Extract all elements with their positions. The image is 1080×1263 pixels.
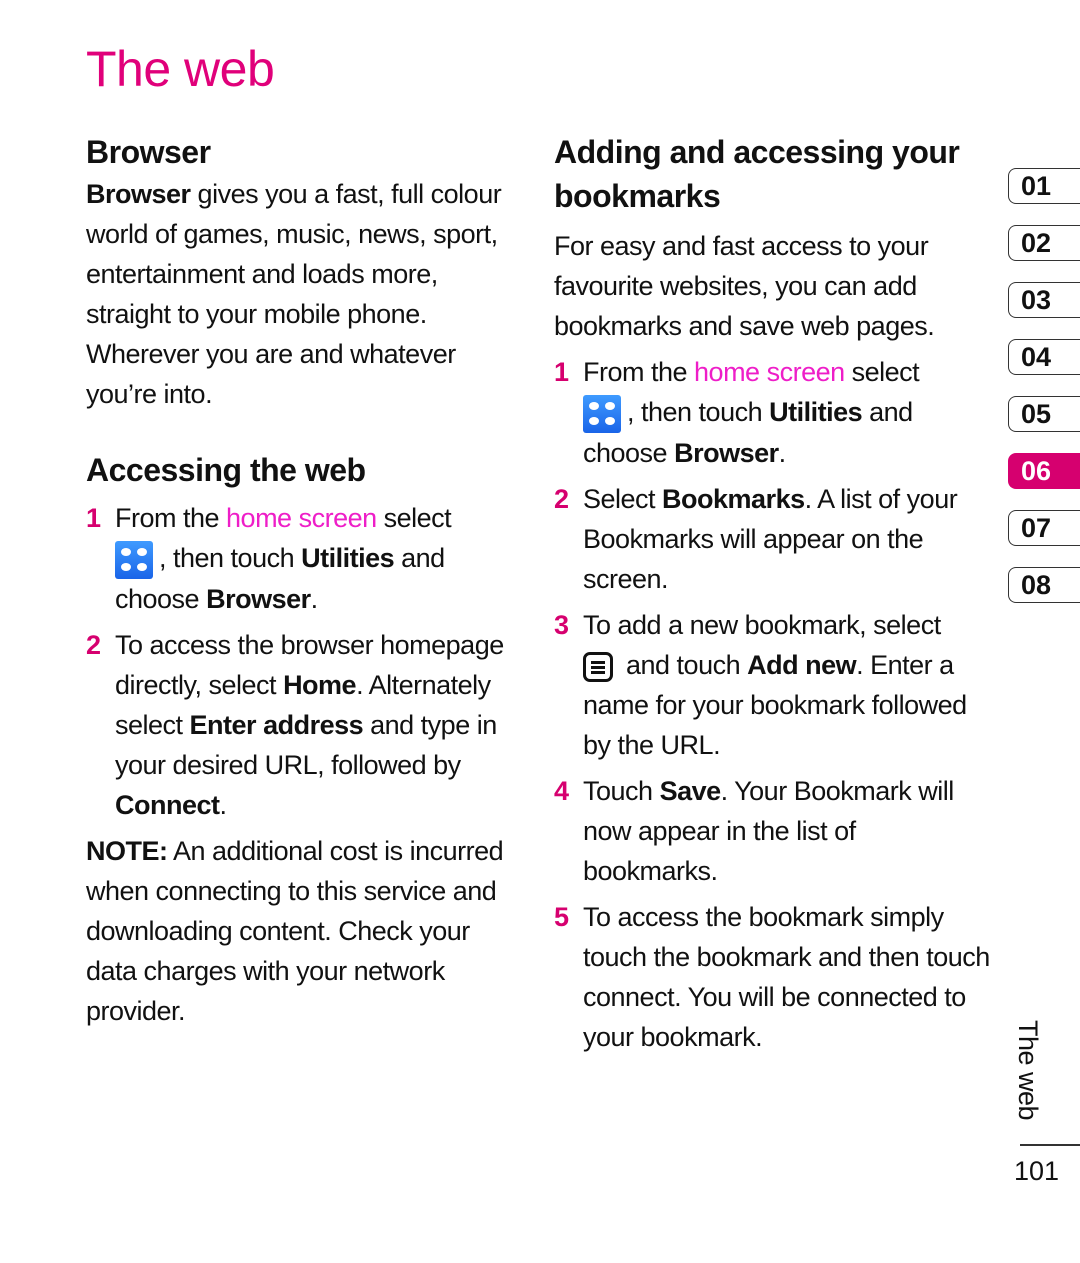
section-side-label: The web xyxy=(1013,1020,1043,1121)
list-item: 2 Select Bookmarks. A list of your Bookm… xyxy=(554,479,994,599)
utilities-grid-icon xyxy=(583,394,621,433)
home-screen-link[interactable]: home screen xyxy=(226,503,377,533)
save-label: Save xyxy=(659,775,722,806)
browser-intro: Browser gives you a fast, full colour wo… xyxy=(86,174,526,414)
chapter-tabs: 01 02 03 04 05 06 07 08 xyxy=(1008,168,1080,624)
step-text: , then touch xyxy=(159,543,302,573)
step-number: 5 xyxy=(554,901,569,932)
utilities-label: Utilities xyxy=(769,397,863,427)
add-new-label: Add new xyxy=(747,649,857,680)
step-text: , then touch xyxy=(627,397,770,427)
list-item: 2 To access the browser homepage directl… xyxy=(86,625,526,825)
step-text: . xyxy=(219,789,228,820)
accessing-web-steps: 1 From the home screen select , then tou… xyxy=(86,498,526,825)
page-number: 101 xyxy=(1014,1156,1060,1186)
footer-divider xyxy=(1020,1144,1080,1146)
left-column: Browser Browser gives you a fast, full c… xyxy=(86,130,526,1031)
step-number: 2 xyxy=(86,629,101,660)
bookmarks-steps: 1 From the home screen select , then tou… xyxy=(554,352,994,1057)
chapter-tab-07[interactable]: 07 xyxy=(1008,510,1080,546)
step-text: From the xyxy=(115,503,227,533)
step-text: . xyxy=(778,437,787,468)
list-item: 1 From the home screen select , then tou… xyxy=(86,498,526,619)
step-number: 1 xyxy=(554,357,569,387)
browser-label: Browser xyxy=(674,437,779,468)
step-text: To access the bookmark simply touch the … xyxy=(583,901,990,1052)
enter-address-label: Enter address xyxy=(189,709,364,740)
list-item: 5 To access the bookmark simply touch th… xyxy=(554,897,994,1057)
bookmarks-heading: Adding and accessing your bookmarks xyxy=(554,134,960,214)
step-number: 4 xyxy=(554,775,569,806)
utilities-label: Utilities xyxy=(301,543,395,573)
page-title: The web xyxy=(86,41,275,97)
chapter-tab-01[interactable]: 01 xyxy=(1008,168,1080,204)
step-text: . xyxy=(310,583,319,614)
step-text: select xyxy=(376,503,452,533)
accessing-web-heading: Accessing the web xyxy=(86,452,366,488)
right-column: Adding and accessing your bookmarks For … xyxy=(554,130,994,1063)
step-text: To add a new bookmark, select xyxy=(583,609,941,640)
home-label: Home xyxy=(283,669,357,700)
menu-icon xyxy=(583,651,613,682)
chapter-tab-06[interactable]: 06 xyxy=(1008,453,1080,489)
chapter-tab-08[interactable]: 08 xyxy=(1008,567,1080,603)
chapter-tab-04[interactable]: 04 xyxy=(1008,339,1080,375)
browser-intro-text: gives you a fast, full colour world of g… xyxy=(86,179,502,409)
step-number: 1 xyxy=(86,503,101,533)
chapter-tab-03[interactable]: 03 xyxy=(1008,282,1080,318)
note: NOTE: An additional cost is incurred whe… xyxy=(86,831,526,1031)
connect-label: Connect xyxy=(115,789,220,820)
step-text: and touch xyxy=(619,649,748,680)
step-number: 2 xyxy=(554,483,569,514)
list-item: 4 Touch Save. Your Bookmark will now app… xyxy=(554,771,994,891)
browser-heading: Browser xyxy=(86,134,211,170)
step-text: select xyxy=(844,357,920,387)
utilities-grid-icon xyxy=(115,540,153,579)
browser-label: Browser xyxy=(206,583,311,614)
note-label: NOTE: xyxy=(86,835,168,866)
bookmarks-label: Bookmarks xyxy=(662,483,805,514)
home-screen-link[interactable]: home screen xyxy=(694,357,845,387)
chapter-tab-02[interactable]: 02 xyxy=(1008,225,1080,261)
chapter-tab-05[interactable]: 05 xyxy=(1008,396,1080,432)
step-text: Select xyxy=(583,483,663,514)
list-item: 3 To add a new bookmark, select and touc… xyxy=(554,605,994,765)
bookmarks-intro: For easy and fast access to your favouri… xyxy=(554,231,935,341)
step-text: Touch xyxy=(583,775,660,806)
step-number: 3 xyxy=(554,609,569,640)
list-item: 1 From the home screen select , then tou… xyxy=(554,352,994,473)
step-text: From the xyxy=(583,357,695,387)
browser-intro-bold: Browser xyxy=(86,179,191,209)
